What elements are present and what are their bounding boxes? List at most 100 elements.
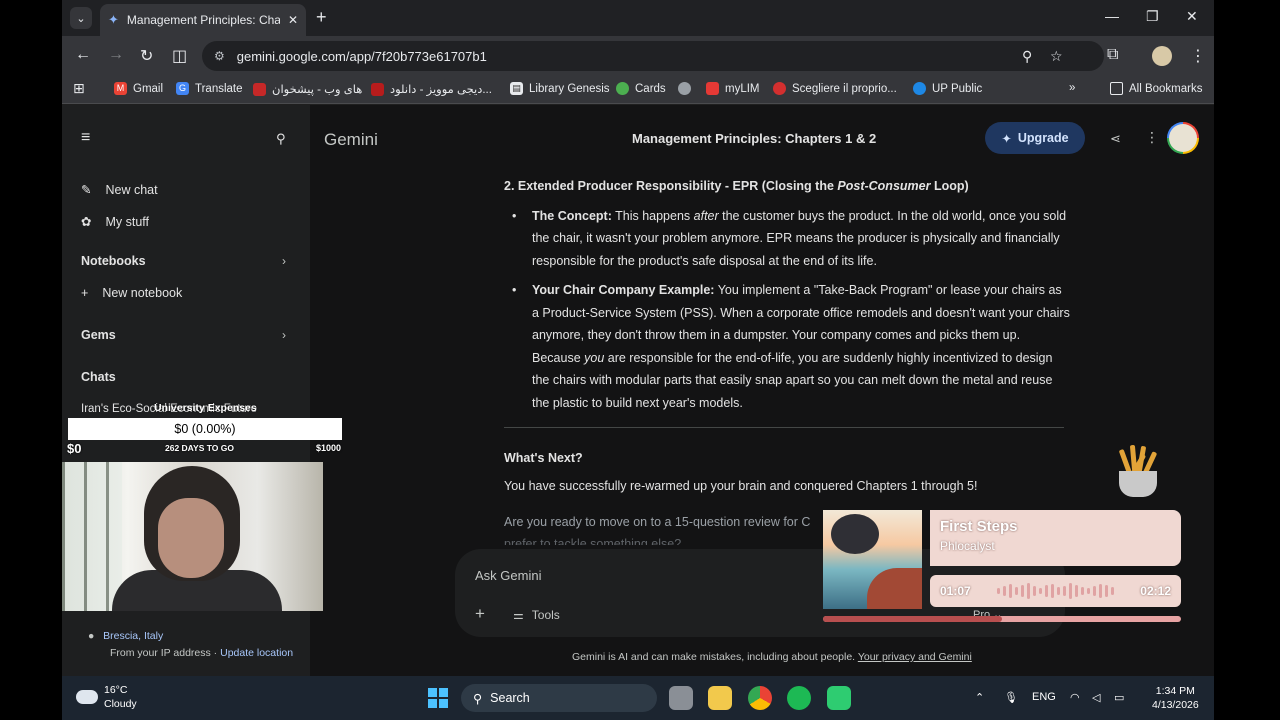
next-body: You have successfully re-warmed up your … [504,479,978,493]
bookmark-digimoviez[interactable]: دیجی موویز - دانلود... [371,82,492,96]
chevron-right-icon[interactable]: › [282,328,286,342]
chevron-right-icon[interactable]: › [282,254,286,268]
taskbar: 16°C Cloudy ⚲ Search ⌃ 🎙 ENG ◠ ◁ ▭ 1:34 PM… [62,676,1214,720]
bookmark-translate[interactable]: G Translate [176,82,243,95]
bookmark-label: myLIM [725,82,760,95]
album-art [823,510,922,609]
extensions-icon[interactable]: ⧉ [1107,46,1118,64]
spotify-icon[interactable] [787,686,811,710]
upgrade-button[interactable]: ✦ Upgrade [985,122,1085,154]
app-icon[interactable] [827,686,851,710]
bookmark-gmail[interactable]: M Gmail [114,82,163,95]
active-tab[interactable]: ✦ Management Principles: Chapters 1 & 2 … [100,4,306,36]
wave-bar [997,588,1000,594]
goal-min: $0 [67,441,82,456]
forward-button[interactable]: → [108,46,124,64]
tab-title: Management Principles: Chapters 1 & 2 [126,13,280,27]
globe-icon[interactable] [678,82,691,95]
volume-icon[interactable]: ◁ [1092,691,1100,704]
taskbar-search[interactable]: ⚲ Search [461,684,657,712]
response-content: 2. Extended Producer Responsibility - EP… [504,175,1070,414]
bookmark-up-public[interactable]: UP Public [913,82,982,95]
close-window-button[interactable]: ✕ [1186,8,1198,25]
playback-progress [823,616,1181,622]
tools-button[interactable]: ⚌ Tools [513,608,560,622]
track-info: First Steps Phlocalyst [930,510,1181,566]
list-item: Your Chair Company Example: You implemen… [504,279,1070,414]
wave-bar [1081,587,1084,595]
url-text: gemini.google.com/app/7f20b773e61707b1 [236,48,487,64]
start-button[interactable] [428,688,448,708]
bookmark-label: UP Public [932,82,983,95]
clock-date: 4/13/2026 [1152,699,1199,711]
zoom-icon[interactable]: ⚲ [1022,48,1032,65]
menu-icon[interactable]: ≡ [81,129,90,147]
bookmark-star-icon[interactable]: ☆ [1050,48,1063,65]
location-info: ● Brescia, Italy From your IP address · … [88,630,294,659]
notebooks-heading[interactable]: Notebooks [81,254,146,268]
bookmark-cards[interactable]: Cards [616,82,666,95]
task-view-icon[interactable] [669,686,693,710]
update-location-link[interactable]: Update location [220,647,293,659]
chrome-icon[interactable] [748,686,772,710]
bookmark-web[interactable]: های وب - پیشخوان [253,82,362,96]
wave-bar [1021,585,1024,597]
wave-bar [1075,585,1078,597]
site-info-icon[interactable]: ⚙ [214,49,225,63]
my-stuff-button[interactable]: ✿ My stuff [81,214,149,230]
disclaimer: Gemini is AI and can make mistakes, incl… [572,651,972,663]
share-icon[interactable]: ⋖ [1110,131,1121,147]
all-bookmarks-label: All Bookmarks [1129,82,1203,95]
prompt-input[interactable]: Ask Gemini [475,568,541,583]
bookmark-scegliere[interactable]: Scegliere il proprio... [773,82,897,95]
dot-icon: ● [88,630,95,642]
account-avatar[interactable] [1167,122,1199,154]
new-chat-button[interactable]: ✎ New chat [81,182,158,198]
tab-search-button[interactable]: ⌄ [70,7,92,29]
wave-bar [1093,586,1096,596]
all-bookmarks[interactable]: All Bookmarks [1110,82,1203,95]
browser-toolbar: ← → ↻ ◫ ⚙ gemini.google.com/app/7f20b773… [62,36,1214,76]
restore-button[interactable]: ❐ [1146,8,1159,25]
add-attachment-icon[interactable]: + [475,604,485,624]
reload-button[interactable]: ↻ [140,46,153,66]
cloud-icon [76,690,98,704]
back-button[interactable]: ← [75,46,91,64]
gems-heading[interactable]: Gems [81,328,116,342]
response-heading: 2. Extended Producer Responsibility - EP… [504,179,969,193]
chat-title[interactable]: Management Principles: Chapters 1 & 2 [632,131,876,146]
wave-bar [1099,584,1102,598]
browser-menu-icon[interactable]: ⋮ [1190,46,1206,66]
clock-time: 1:34 PM [1155,685,1195,697]
clock[interactable]: 1:34 PM 4/13/2026 [1152,684,1199,712]
wave-bar [1015,587,1018,595]
bookmark-label: Translate [195,82,243,95]
battery-icon[interactable]: ▭ [1114,691,1124,704]
plus-icon: + [81,286,89,300]
wave-bar [1003,586,1006,596]
profile-avatar[interactable] [1152,46,1172,66]
weather-widget[interactable]: 16°C Cloudy [76,683,137,711]
bookmarks-bar: ⊞ M Gmail G Translate های وب - پیشخوان دیج… [62,76,1214,104]
microphone-icon[interactable]: 🎙 [1004,691,1018,704]
new-tab-button[interactable]: + [316,8,327,26]
close-tab-icon[interactable]: ✕ [288,13,298,27]
wifi-icon[interactable]: ◠ [1070,691,1080,704]
split-view-icon[interactable]: ◫ [172,46,187,66]
search-icon[interactable]: ⚲ [276,131,286,147]
apps-grid-icon[interactable]: ⊞ [73,80,85,97]
gemini-logo[interactable]: Gemini [324,130,378,150]
bookmark-mylim[interactable]: myLIM [706,82,760,95]
address-bar[interactable]: ⚙ gemini.google.com/app/7f20b773e61707b1… [202,41,1104,71]
more-options-icon[interactable]: ⋮ [1145,129,1159,146]
tray-overflow-icon[interactable]: ⌃ [975,691,984,704]
file-explorer-icon[interactable] [708,686,732,710]
bookmark-library-genesis[interactable]: ▤ Library Genesis [510,82,610,95]
goal-progress-bar: $0 (0.00%) [68,418,342,440]
more-bookmarks-icon[interactable]: » [1069,82,1075,94]
privacy-link[interactable]: Your privacy and Gemini [858,651,972,663]
language-indicator[interactable]: ENG [1032,691,1056,703]
wave-bar [1039,588,1042,594]
minimize-button[interactable]: — [1105,8,1119,24]
new-notebook-button[interactable]: + New notebook [81,286,182,300]
